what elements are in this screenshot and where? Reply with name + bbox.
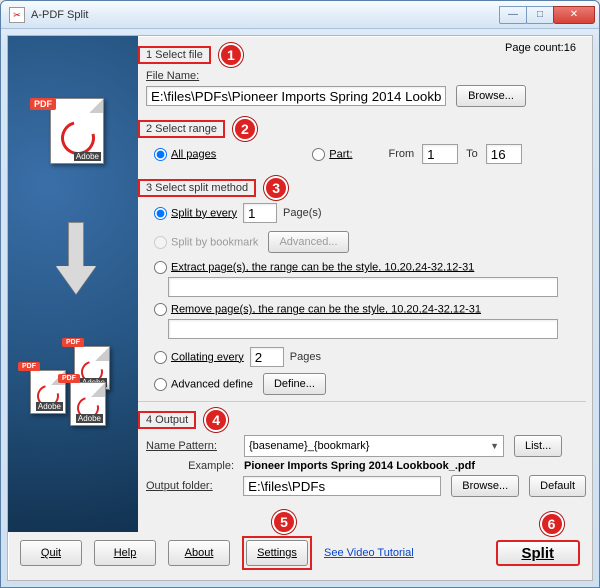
radio-all-pages[interactable]: All pages	[154, 148, 216, 161]
about-button[interactable]: About	[168, 540, 230, 566]
app-icon: ✂	[9, 7, 25, 23]
window-title: A-PDF Split	[31, 9, 500, 21]
radio-part[interactable]: Part:	[312, 148, 352, 161]
tutorial-link[interactable]: See Video Tutorial	[324, 547, 414, 559]
radio-split-every[interactable]: Split by every	[154, 207, 237, 220]
quit-button[interactable]: Quit	[20, 540, 82, 566]
to-input[interactable]	[486, 144, 522, 164]
callout-5: 5	[272, 510, 296, 534]
arrow-down-icon	[56, 222, 96, 302]
output-folder-input[interactable]	[243, 476, 441, 496]
radio-collating[interactable]: Collating every	[154, 351, 244, 364]
page-count: Page count:16	[505, 42, 576, 54]
radio-extract[interactable]: Extract page(s), the range can be the st…	[154, 261, 474, 274]
split-every-input[interactable]	[243, 203, 277, 223]
advanced-button: Advanced...	[268, 231, 348, 253]
settings-highlight: Settings	[242, 536, 312, 570]
close-button[interactable]: ✕	[553, 6, 595, 24]
to-label: To	[466, 148, 478, 160]
bottom-bar: Quit Help About Settings 5 See Video Tut…	[14, 532, 586, 574]
heading-split-method: 3 Select split method	[138, 179, 256, 197]
radio-remove[interactable]: Remove page(s), the range can be the sty…	[154, 303, 481, 316]
pdf-source-icon: Adobe	[50, 98, 104, 164]
minimize-button[interactable]: —	[499, 6, 527, 24]
list-button[interactable]: List...	[514, 435, 562, 457]
browse-file-button[interactable]: Browse...	[456, 85, 526, 107]
radio-advanced-define[interactable]: Advanced define	[154, 378, 253, 391]
adobe-tag: Adobe	[74, 152, 101, 161]
browse-folder-button[interactable]: Browse...	[451, 475, 519, 497]
name-pattern-value: {basename}_{bookmark}	[249, 440, 369, 452]
sidebar-illustration: Adobe PDF Adobe PDF Adobe PDF Adobe PDF	[8, 36, 138, 532]
heading-select-range: 2 Select range	[138, 120, 225, 138]
main-panel: Page count:16 1 Select file 1 File Name:…	[138, 40, 586, 532]
callout-2: 2	[233, 117, 257, 141]
collating-input[interactable]	[250, 347, 284, 367]
name-pattern-label: Name Pattern:	[146, 440, 234, 452]
chevron-down-icon: ▼	[490, 441, 499, 451]
pdf-result-icon: Adobe	[70, 382, 106, 426]
callout-4: 4	[204, 408, 228, 432]
callout-1: 1	[219, 43, 243, 67]
from-input[interactable]	[422, 144, 458, 164]
heading-select-file: 1 Select file	[138, 46, 211, 64]
pages-suffix: Page(s)	[283, 207, 322, 219]
heading-output: 4 Output	[138, 411, 196, 429]
name-pattern-dropdown[interactable]: {basename}_{bookmark} ▼	[244, 435, 504, 457]
collating-suffix: Pages	[290, 351, 321, 363]
split-button[interactable]: Split	[496, 540, 581, 566]
radio-split-bookmark: Split by bookmark	[154, 236, 258, 249]
help-button[interactable]: Help	[94, 540, 156, 566]
default-folder-button[interactable]: Default	[529, 475, 586, 497]
pdf-badge: PDF	[30, 98, 56, 110]
define-button[interactable]: Define...	[263, 373, 326, 395]
settings-button[interactable]: Settings	[246, 540, 308, 566]
example-label: Example:	[146, 460, 234, 472]
filename-input[interactable]	[146, 86, 446, 106]
example-value: Pioneer Imports Spring 2014 Lookbook_.pd…	[244, 460, 475, 472]
filename-label: File Name:	[146, 70, 199, 82]
extract-range-input[interactable]	[168, 277, 558, 297]
app-window: ✂ A-PDF Split — □ ✕ Adobe PDF Adobe PDF	[0, 0, 600, 588]
callout-3: 3	[264, 176, 288, 200]
maximize-button[interactable]: □	[526, 6, 554, 24]
client-area: Adobe PDF Adobe PDF Adobe PDF Adobe PDF	[7, 35, 593, 581]
titlebar[interactable]: ✂ A-PDF Split — □ ✕	[1, 1, 599, 29]
remove-range-input[interactable]	[168, 319, 558, 339]
callout-6: 6	[540, 512, 564, 536]
output-folder-label: Output folder:	[146, 480, 233, 492]
from-label: From	[389, 148, 415, 160]
